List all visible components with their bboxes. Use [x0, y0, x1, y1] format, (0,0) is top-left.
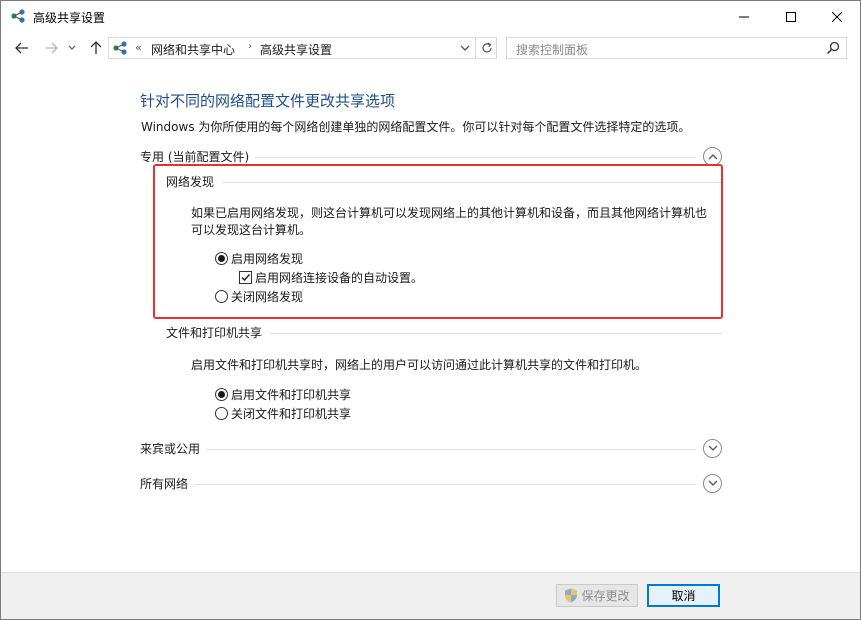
breadcrumb-arrow[interactable]: › — [248, 41, 252, 52]
maximize-button[interactable] — [768, 1, 814, 32]
file-printer-off-label[interactable]: 关闭文件和打印机共享 — [231, 405, 351, 422]
file-printer-off-radio[interactable] — [215, 406, 228, 420]
advanced-sharing-window: 高级共享设置 « 网络和共享中心 › 高级共享设置 搜索控制面板 针对不同的网络… — [0, 0, 861, 620]
page-title: 针对不同的网络配置文件更改共享选项 — [140, 92, 396, 110]
arrow-right-icon — [45, 42, 58, 54]
breadcrumb-overflow[interactable]: « — [135, 41, 142, 54]
address-bar[interactable]: « 网络和共享中心 › 高级共享设置 — [108, 37, 497, 59]
breadcrumb-network-center[interactable]: 网络和共享中心 — [151, 41, 235, 58]
chevron-down-icon — [708, 480, 717, 486]
search-placeholder: 搜索控制面板 — [516, 43, 589, 57]
file-printer-on-radio[interactable] — [215, 387, 228, 401]
minimize-icon — [739, 16, 749, 17]
section-divider — [140, 449, 696, 450]
arrow-up-icon — [90, 41, 102, 54]
section-divider — [140, 484, 696, 485]
window-title: 高级共享设置 — [33, 11, 106, 25]
minimize-button[interactable] — [721, 1, 767, 32]
section-guest-label: 来宾或公用 — [140, 440, 207, 457]
breadcrumb-advanced-sharing[interactable]: 高级共享设置 — [260, 41, 332, 58]
chevron-down-icon[interactable] — [458, 41, 472, 55]
file-printer-label: 文件和打印机共享 — [166, 324, 271, 341]
maximize-icon — [786, 11, 796, 22]
file-printer-on-option[interactable]: 启用文件和打印机共享 — [215, 386, 351, 402]
section-all-label: 所有网络 — [140, 475, 195, 492]
close-button[interactable] — [814, 1, 860, 32]
up-button[interactable] — [86, 38, 106, 58]
uac-shield-icon — [565, 588, 578, 603]
chevron-down-icon — [68, 45, 76, 50]
search-icon[interactable] — [826, 41, 840, 55]
back-button[interactable] — [12, 38, 32, 58]
footer-bar: 保存更改 取消 — [1, 572, 860, 619]
file-printer-group: 文件和打印机共享 — [166, 324, 722, 342]
file-printer-off-option[interactable]: 关闭文件和打印机共享 — [215, 405, 351, 421]
section-all-networks[interactable]: 所有网络 — [140, 474, 722, 494]
cancel-button[interactable]: 取消 — [647, 584, 720, 607]
title-bar: 高级共享设置 — [1, 1, 860, 32]
save-changes-label: 保存更改 — [581, 589, 630, 603]
refresh-button[interactable] — [475, 37, 497, 59]
expand-guest-button[interactable] — [703, 439, 722, 458]
network-icon — [11, 9, 25, 23]
file-printer-on-label[interactable]: 启用文件和打印机共享 — [231, 386, 351, 403]
close-icon — [832, 11, 842, 22]
arrow-left-icon — [15, 42, 28, 54]
recent-locations-button[interactable] — [65, 38, 79, 58]
search-box[interactable]: 搜索控制面板 — [506, 37, 847, 59]
page-description: Windows 为你所使用的每个网络创建单独的网络配置文件。你可以针对每个配置文… — [141, 120, 691, 134]
chevron-up-icon — [708, 154, 717, 160]
save-changes-button[interactable]: 保存更改 — [556, 584, 638, 607]
highlight-annotation-box — [153, 164, 723, 319]
file-printer-text: 启用文件和打印机共享时，网络上的用户可以访问通过此计算机共享的文件和打印机。 — [191, 358, 648, 372]
section-guest[interactable]: 来宾或公用 — [140, 439, 722, 459]
chevron-down-icon — [708, 445, 717, 451]
forward-button[interactable] — [41, 38, 61, 58]
refresh-icon — [481, 42, 492, 53]
expand-all-button[interactable] — [703, 474, 722, 493]
section-private-label: 专用 (当前配置文件) — [140, 148, 256, 165]
network-icon — [113, 41, 127, 55]
